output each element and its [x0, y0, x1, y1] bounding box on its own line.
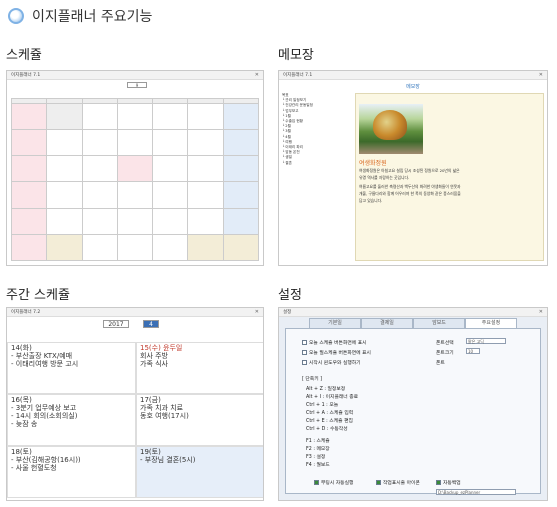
fkey-item: F2 : 메모장 [306, 447, 330, 452]
tab-main-settings[interactable]: 주요설정 [465, 318, 517, 328]
close-icon: ✕ [254, 72, 259, 78]
tray-icon-checkbox[interactable]: 작업표시줄 아이콘 [376, 479, 420, 486]
font-size-label: 폰트크기 [436, 351, 454, 356]
app-logo-icon [8, 8, 24, 24]
fkey-item: F4 : 월보드 [306, 463, 330, 468]
option-checkbox[interactable]: 오늘 스케쥴 버튼화면에 표시 [302, 339, 367, 346]
week-selector: 4 [143, 320, 159, 328]
fkey-item: F1 : 스케쥴 [306, 439, 330, 444]
fkey-item: F3 : 설정 [306, 455, 326, 460]
auto-backup-checkbox[interactable]: 자동백업 [436, 479, 461, 486]
hotkey-item: Alt + Z : 일정보정 [306, 387, 346, 392]
memo-line: 유명 역사를 자랑하는 곳입니다. [359, 175, 410, 180]
memo-body: 여생화정원 여생화정원은 아침고요 설립 당시 조성된 정원으로 20년의 넓은… [355, 93, 544, 261]
close-icon: ✕ [254, 309, 259, 315]
weekly-grid: 14(화) - 부산출장 KTX/예매 - 이태리여행 방문 고시 15(수) 윤두… [7, 342, 263, 500]
section-title-memo: 메모장 [278, 48, 314, 63]
font-select-label: 폰트선택 [436, 341, 454, 346]
option-checkbox[interactable]: 시작시 윈도우와 실행하기 [302, 359, 361, 366]
week-day-cell: 16(목) - 3분기 업무예상 보고 - 14시 회의(소회의실) - 늦잠 송 [11, 396, 78, 428]
settings-window-title: 설정 [283, 310, 292, 315]
month-selector: 9 [127, 82, 147, 88]
year-selector: 2017 [103, 320, 129, 328]
tab-basic[interactable]: 기본일 [309, 318, 361, 328]
hotkey-item: Ctrl + A : 스케쥴 입력 [306, 411, 354, 416]
memo-window-title: 이지플래너 7.1 [283, 73, 313, 78]
section-title-settings: 설정 [278, 288, 302, 303]
settings-screenshot: 설정 ✕ 기본일 결제일 암보드 주요설정 오늘 스케쥴 버튼화면에 표시 오늘 … [278, 307, 548, 501]
memo-screenshot: 이지플래너 7.1 ✕ 메모장 목표 └ 관리 일정보기 └ 건강관리 운동일정 └ 업… [278, 70, 548, 266]
tab-board[interactable]: 암보드 [413, 318, 465, 328]
settings-tabs: 기본일 결제일 암보드 주요설정 [309, 318, 517, 328]
schedule-window-title: 이지플래너 7.1 [11, 73, 41, 78]
memo-titlebar: 이지플래너 7.1 ✕ [279, 71, 547, 80]
calendar-grid [11, 98, 259, 261]
schedule-titlebar: 이지플래너 7.1 ✕ [7, 71, 263, 80]
page-header: 이지플래너 주요기능 [8, 6, 152, 26]
backup-path-input[interactable]: D:\Backup_ezPlanner [436, 489, 516, 495]
hotkey-header: [ 단축키 ] [302, 377, 323, 382]
weekly-screenshot: 이지플래너 7.2 ✕ 2017 4 14(화) - 부산출장 KTX/예매 - 이태… [6, 307, 264, 501]
hotkey-item: Ctrl + 1 : 오늘 [306, 403, 339, 408]
memo-line: 여름고요를 둘러싼 축령산과 백두산의 화려한 야생화들이 연못과 [359, 184, 461, 189]
hotkey-item: Ctrl + E : 스케쥴 편집 [306, 419, 353, 424]
font-size-input[interactable]: 10 [466, 348, 480, 354]
week-day-cell: 18(토) - 부산(김해공항(16시)) - 사울 헌혈도청 [11, 448, 81, 472]
tab-payment[interactable]: 결제일 [361, 318, 413, 328]
week-day-cell: 15(수) 윤두일 회사 주방 가족 식사 [140, 344, 183, 368]
section-title-schedule: 스케쥴 [6, 48, 42, 63]
memo-line: 개울, 구름다리와 함께 어우러져 한 폭의 동양화 같은 풍스러움을 [359, 191, 461, 196]
hotkey-item: Ctrl + D : 수동작성 [306, 427, 348, 432]
schedule-screenshot: 이지플래너 7.1 ✕ 9 [6, 70, 264, 266]
week-day-cell: 17(금) 가족 치과 치료 동호 여행(17시) [140, 396, 189, 420]
memo-line: 담고 있습니다. [359, 198, 383, 203]
memo-header: 메모장 [406, 84, 420, 90]
font-select[interactable]: 맑은 고딕 [466, 338, 506, 344]
week-day-cell: 19(토) - 부장님 결혼(5시) [140, 448, 196, 464]
close-icon: ✕ [538, 72, 543, 78]
autostart-checkbox[interactable]: 부팅시 자동실행 [314, 479, 353, 486]
memo-tree-item[interactable]: └ 결혼 [282, 161, 352, 166]
memo-line: 여생화정원은 아침고요 설립 당시 조성된 정원으로 20년의 넓은 [359, 168, 460, 173]
settings-panel: 오늘 스케쥴 버튼화면에 표시 오늘 필스케쥴 버튼화면에 표시 시작시 윈도우… [285, 328, 541, 495]
close-icon: ✕ [538, 309, 543, 315]
hotkey-item: Alt + I : 이지플래너 종료 [306, 395, 359, 400]
section-title-weekly: 주간 스케쥴 [6, 288, 70, 303]
memo-tree: 목표 └ 관리 일정보기 └ 건강관리 운동일정 └ 업무보고 └ 1월 └ 수출입 … [282, 93, 352, 261]
week-day-cell: 14(화) - 부산출장 KTX/예매 - 이태리여행 방문 고시 [11, 344, 79, 368]
settings-titlebar: 설정 ✕ [279, 308, 547, 317]
option-checkbox[interactable]: 오늘 필스케쥴 버튼화면에 표시 [302, 349, 371, 356]
page-title: 이지플래너 주요기능 [32, 9, 153, 25]
weekly-window-title: 이지플래너 7.2 [11, 310, 41, 315]
font-label: 폰트 [436, 361, 445, 366]
memo-article-title: 여생화정원 [359, 160, 387, 167]
garden-photo [359, 104, 423, 154]
weekly-titlebar: 이지플래너 7.2 ✕ [7, 308, 263, 317]
